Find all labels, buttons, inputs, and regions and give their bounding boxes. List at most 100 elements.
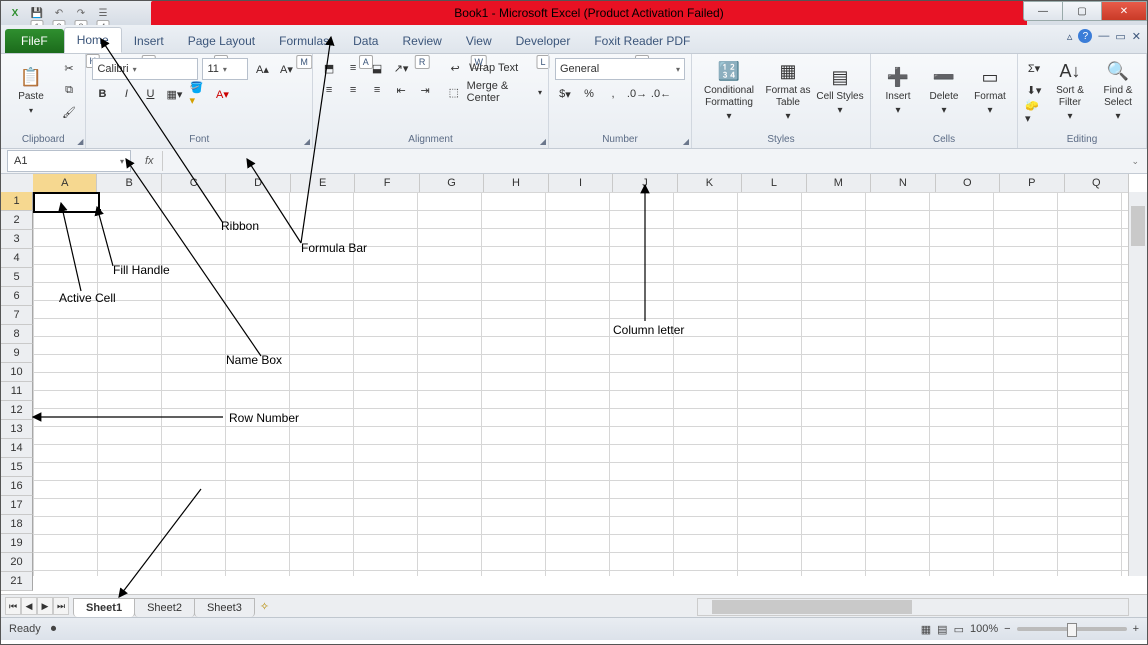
qat-customize-button[interactable]: ☰4 — [93, 3, 113, 23]
qat-save-button[interactable]: 💾1 — [27, 3, 47, 23]
row-header-4[interactable]: 4 — [1, 249, 33, 268]
macro-record-icon[interactable]: ⏺ — [51, 623, 57, 636]
spreadsheet-grid[interactable]: A B C D E F G H I J K L M N O P Q 1 2 3 … — [1, 174, 1147, 594]
sheet-tab-1[interactable]: Sheet1 — [73, 598, 135, 617]
row-header-3[interactable]: 3 — [1, 230, 33, 249]
row-header-5[interactable]: 5 — [1, 268, 33, 287]
cell-styles-button[interactable]: ▤Cell Styles▾ — [816, 58, 864, 124]
select-all-corner[interactable] — [1, 174, 34, 193]
underline-button[interactable]: U — [140, 84, 160, 104]
vertical-scrollbar[interactable] — [1128, 192, 1147, 576]
minimize-button[interactable]: — — [1023, 1, 1063, 21]
decrease-font-button[interactable]: A▾ — [276, 59, 296, 79]
col-header-I[interactable]: I — [549, 174, 613, 193]
col-header-Q[interactable]: Q — [1065, 174, 1129, 193]
format-cells-button[interactable]: ▭Format▾ — [969, 58, 1011, 124]
cut-button[interactable]: ✂ — [59, 58, 79, 78]
row-header-11[interactable]: 11 — [1, 382, 33, 401]
increase-font-button[interactable]: A▴ — [252, 59, 272, 79]
last-sheet-button[interactable]: ⏭ — [53, 597, 69, 615]
zoom-slider[interactable] — [1017, 627, 1127, 631]
italic-button[interactable]: I — [116, 84, 136, 104]
col-header-M[interactable]: M — [807, 174, 871, 193]
zoom-in-button[interactable]: + — [1133, 623, 1139, 635]
clipboard-dialog-launcher[interactable]: ◢ — [77, 137, 83, 146]
minimize-ribbon-icon[interactable]: ▵ — [1067, 30, 1073, 43]
new-sheet-button[interactable]: ✧ — [254, 600, 275, 613]
font-family-combo[interactable]: Calibri▾ — [92, 58, 198, 80]
zoom-level[interactable]: 100% — [970, 623, 998, 635]
autosum-button[interactable]: Σ▾ — [1024, 58, 1044, 78]
row-header-12[interactable]: 12 — [1, 401, 33, 420]
view-page-layout-icon[interactable]: ▤ — [937, 623, 947, 636]
row-header-2[interactable]: 2 — [1, 211, 33, 230]
row-header-7[interactable]: 7 — [1, 306, 33, 325]
tab-view[interactable]: ViewW — [454, 29, 504, 53]
number-dialog-launcher[interactable]: ◢ — [683, 137, 689, 146]
row-header-14[interactable]: 14 — [1, 439, 33, 458]
row-headers[interactable]: 1 2 3 4 5 6 7 8 9 10 11 12 13 14 15 16 1… — [1, 192, 33, 576]
format-as-table-button[interactable]: ▦Format as Table▾ — [764, 58, 812, 124]
fx-icon[interactable]: fx — [145, 155, 154, 167]
column-headers[interactable]: A B C D E F G H I J K L M N O P Q — [33, 174, 1129, 192]
font-size-combo[interactable]: 11▾ — [202, 58, 248, 80]
col-header-O[interactable]: O — [936, 174, 1000, 193]
name-box[interactable]: A1▾ — [7, 150, 131, 172]
align-left-button[interactable]: ≡ — [319, 80, 339, 100]
fill-handle[interactable] — [96, 209, 101, 214]
currency-button[interactable]: $▾ — [555, 84, 575, 104]
row-header-20[interactable]: 20 — [1, 553, 33, 572]
tab-page-layout[interactable]: Page LayoutP — [176, 29, 267, 53]
sheet-tab-3[interactable]: Sheet3 — [194, 598, 255, 617]
merge-center-button[interactable]: ⬚Merge & Center▾ — [445, 80, 542, 104]
increase-indent-button[interactable]: ⇥ — [415, 80, 435, 100]
mdi-restore-icon[interactable]: ▭ — [1115, 30, 1125, 43]
cells-area[interactable] — [33, 192, 1129, 576]
col-header-J[interactable]: J — [613, 174, 677, 193]
font-color-button[interactable]: A▾ — [212, 84, 232, 104]
row-header-17[interactable]: 17 — [1, 496, 33, 515]
maximize-button[interactable]: ▢ — [1063, 1, 1102, 21]
bold-button[interactable]: B — [92, 84, 112, 104]
row-header-1[interactable]: 1 — [1, 192, 33, 211]
font-dialog-launcher[interactable]: ◢ — [304, 137, 310, 146]
align-top-button[interactable]: ⬒ — [319, 58, 339, 78]
wrap-text-button[interactable]: ↩Wrap Text — [445, 58, 542, 78]
col-header-F[interactable]: F — [355, 174, 419, 193]
row-header-6[interactable]: 6 — [1, 287, 33, 306]
align-middle-button[interactable]: ≡ — [343, 58, 363, 78]
mdi-close-icon[interactable]: ✕ — [1132, 30, 1141, 43]
tab-foxit[interactable]: Foxit Reader PDFY — [582, 29, 702, 53]
fill-color-button[interactable]: 🪣▾ — [188, 84, 208, 104]
tab-review[interactable]: ReviewR — [390, 29, 453, 53]
mdi-minimize-icon[interactable]: — — [1098, 30, 1109, 42]
align-center-button[interactable]: ≡ — [343, 80, 363, 100]
horizontal-scrollbar[interactable] — [697, 598, 1129, 616]
percent-button[interactable]: % — [579, 84, 599, 104]
col-header-G[interactable]: G — [420, 174, 484, 193]
col-header-L[interactable]: L — [742, 174, 806, 193]
col-header-C[interactable]: C — [162, 174, 226, 193]
first-sheet-button[interactable]: ⏮ — [5, 597, 21, 615]
alignment-dialog-launcher[interactable]: ◢ — [540, 137, 546, 146]
borders-button[interactable]: ▦▾ — [164, 84, 184, 104]
tab-home[interactable]: HomeH — [64, 27, 122, 53]
row-header-18[interactable]: 18 — [1, 515, 33, 534]
col-header-A[interactable]: A — [33, 174, 97, 193]
decrease-indent-button[interactable]: ⇤ — [391, 80, 411, 100]
formula-input[interactable] — [162, 151, 1033, 171]
qat-undo-button[interactable]: ↶2 — [49, 3, 69, 23]
comma-button[interactable]: , — [603, 84, 623, 104]
close-button[interactable]: ✕ — [1102, 1, 1147, 21]
col-header-D[interactable]: D — [226, 174, 290, 193]
tab-data[interactable]: DataA — [341, 29, 390, 53]
row-header-10[interactable]: 10 — [1, 363, 33, 382]
prev-sheet-button[interactable]: ◀ — [21, 597, 37, 615]
decrease-decimal-button[interactable]: .0← — [651, 84, 671, 104]
col-header-E[interactable]: E — [291, 174, 355, 193]
active-cell[interactable] — [33, 192, 100, 213]
copy-button[interactable]: ⧉ — [59, 80, 79, 100]
tab-developer[interactable]: DeveloperL — [504, 29, 583, 53]
col-header-K[interactable]: K — [678, 174, 742, 193]
row-header-16[interactable]: 16 — [1, 477, 33, 496]
